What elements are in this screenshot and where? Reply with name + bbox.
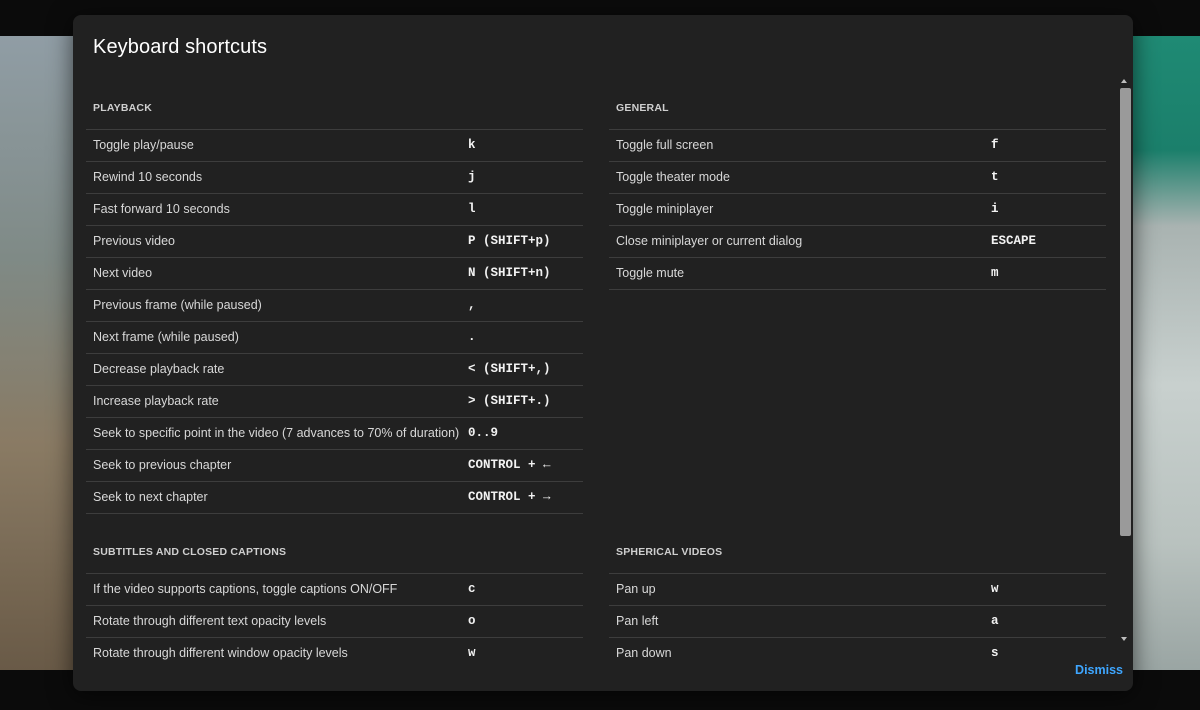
scrollbar-thumb[interactable]: [1120, 88, 1131, 536]
shortcut-row: Seek to specific point in the video (7 a…: [86, 418, 583, 450]
shortcut-description: Toggle full screen: [616, 138, 714, 152]
shortcut-row: Rewind 10 seconds j: [86, 162, 583, 194]
shortcut-key: s: [991, 646, 999, 660]
section-heading-subtitles: SUBTITLES AND CLOSED CAPTIONS: [86, 531, 583, 574]
shortcut-description: Toggle miniplayer: [616, 202, 714, 216]
scroll-up-arrow-icon[interactable]: [1121, 79, 1127, 83]
shortcut-description: Rewind 10 seconds: [93, 170, 203, 184]
shortcut-row: Previous video P (SHIFT+p): [86, 226, 583, 258]
dismiss-button[interactable]: Dismiss: [1063, 660, 1123, 680]
shortcut-description: Rotate through different text opacity le…: [93, 614, 327, 628]
shortcut-row: Seek to previous chapter CONTROL + ←: [86, 450, 583, 482]
keyboard-shortcuts-dialog: Keyboard shortcuts PLAYBACK Toggle play/…: [73, 15, 1133, 691]
shortcut-description: Next video: [93, 266, 153, 280]
shortcut-key: j: [468, 170, 476, 184]
shortcut-row: Next video N (SHIFT+n): [86, 258, 583, 290]
shortcut-description: Decrease playback rate: [93, 362, 225, 376]
shortcut-key: o: [468, 614, 476, 628]
shortcut-key: m: [991, 266, 999, 280]
shortcut-row: Pan up w: [609, 574, 1106, 606]
shortcut-row: Previous frame (while paused),: [86, 290, 583, 322]
shortcut-description: Toggle play/pause: [93, 138, 194, 152]
shortcut-description: If the video supports captions, toggle c…: [93, 582, 398, 596]
shortcut-key: N (SHIFT+n): [468, 266, 551, 280]
shortcut-description: Increase playback rate: [93, 394, 219, 408]
shortcut-key: < (SHIFT+,): [468, 362, 551, 376]
shortcut-key: CONTROL + →: [468, 490, 551, 504]
shortcut-description: Rotate through different window opacity …: [93, 646, 348, 660]
shortcut-description: Seek to previous chapter: [93, 458, 232, 472]
shortcut-description: Pan up: [616, 582, 656, 596]
shortcut-row: Rotate through different text opacity le…: [86, 606, 583, 638]
shortcut-key: t: [991, 170, 999, 184]
shortcut-key: i: [991, 202, 999, 216]
shortcut-row: Close miniplayer or current dialog ESCAPE: [609, 226, 1106, 258]
shortcut-row: Decrease playback rate < (SHIFT+,): [86, 354, 583, 386]
shortcut-row: If the video supports captions, toggle c…: [86, 574, 583, 606]
shortcut-key: 0..9: [468, 426, 499, 440]
section-subtitles: SUBTITLES AND CLOSED CAPTIONS If the vid…: [86, 531, 583, 665]
shortcut-row: Seek to next chapter CONTROL + →: [86, 482, 583, 514]
shortcut-description: Pan down: [616, 646, 672, 660]
shortcut-row: Fast forward 10 seconds l: [86, 194, 583, 226]
shortcut-description: Toggle mute: [616, 266, 685, 280]
shortcut-row: Pan down s: [609, 638, 1106, 665]
shortcut-key: k: [468, 138, 476, 152]
shortcut-key: P (SHIFT+p): [468, 234, 551, 248]
shortcut-row: Toggle full screen f: [609, 130, 1106, 162]
shortcut-description: Previous video: [93, 234, 175, 248]
shortcut-key: CONTROL + ←: [468, 458, 551, 472]
shortcut-key: l: [468, 202, 476, 216]
shortcut-key: w: [991, 582, 999, 596]
shortcut-description: Fast forward 10 seconds: [93, 202, 230, 216]
section-playback: PLAYBACK Toggle play/pause k Rewind 10 sec…: [86, 87, 583, 514]
section-heading-playback: PLAYBACK: [86, 87, 583, 130]
shortcuts-content[interactable]: PLAYBACK Toggle play/pause k Rewind 10 sec…: [86, 87, 1106, 665]
shortcut-key: > (SHIFT+.): [468, 394, 551, 408]
shortcut-key: ,: [468, 298, 476, 312]
shortcut-row: Toggle miniplayer i: [609, 194, 1106, 226]
shortcut-row: Increase playback rate > (SHIFT+.): [86, 386, 583, 418]
shortcut-key: f: [991, 138, 999, 152]
shortcut-description: Seek to next chapter: [93, 490, 208, 504]
shortcut-description: Toggle theater mode: [616, 170, 730, 184]
scroll-down-arrow-icon[interactable]: [1121, 637, 1127, 641]
section-heading-spherical: SPHERICAL VIDEOS: [609, 531, 1106, 574]
shortcut-row: Toggle mute m: [609, 258, 1106, 290]
shortcut-key: w: [468, 646, 476, 660]
shortcut-key: a: [991, 614, 999, 628]
shortcut-description: Seek to specific point in the video (7 a…: [93, 426, 460, 440]
section-general: GENERAL Toggle full screen f Toggle theate…: [609, 87, 1106, 290]
dialog-title: Keyboard shortcuts: [93, 36, 268, 58]
shortcut-description: Close miniplayer or current dialog: [616, 234, 803, 248]
section-spherical: SPHERICAL VIDEOS Pan up w Pan left a Pan dow…: [609, 531, 1106, 665]
shortcut-row: Toggle theater mode t: [609, 162, 1106, 194]
shortcut-row: Toggle play/pause k: [86, 130, 583, 162]
shortcut-row: Next frame (while paused).: [86, 322, 583, 354]
shortcut-description: Previous frame (while paused): [93, 298, 262, 312]
shortcut-key: c: [468, 582, 476, 596]
shortcut-key: .: [468, 330, 476, 344]
shortcut-key: ESCAPE: [991, 234, 1037, 248]
shortcut-row: Rotate through different window opacity …: [86, 638, 583, 665]
section-heading-general: GENERAL: [609, 87, 1106, 130]
shortcut-row: Pan left a: [609, 606, 1106, 638]
shortcut-description: Next frame (while paused): [93, 330, 239, 344]
shortcut-description: Pan left: [616, 614, 659, 628]
